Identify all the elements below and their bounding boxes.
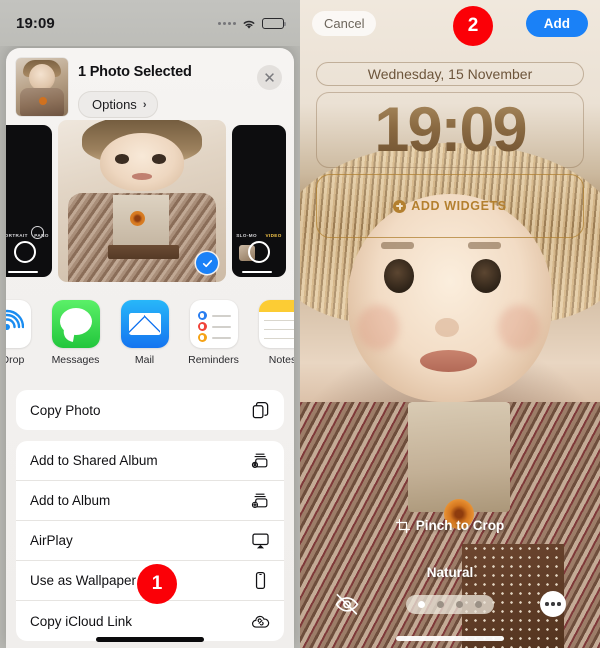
- share-target-label: Messages: [51, 354, 100, 366]
- share-target-label: Notes: [268, 354, 294, 366]
- plus-circle-icon: [393, 199, 407, 213]
- page-dot[interactable]: [437, 600, 444, 608]
- share-target-airdrop[interactable]: AirDrop: [6, 300, 41, 366]
- iphone-icon: [250, 571, 270, 591]
- action-group: Add to Shared Album Add to Album AirPlay: [16, 441, 284, 641]
- action-copy-photo[interactable]: Copy Photo: [16, 390, 284, 430]
- options-button-label: Options: [92, 97, 137, 112]
- share-target-label: Reminders: [188, 354, 239, 366]
- pinch-to-crop-label: Pinch to Crop: [415, 518, 505, 533]
- share-sheet-header-text: 1 Photo Selected Options ›: [78, 58, 247, 118]
- airdrop-icon: [6, 300, 31, 348]
- battery-icon: [262, 17, 286, 29]
- wifi-icon: [241, 17, 257, 29]
- share-target-label: AirDrop: [6, 354, 25, 366]
- action-label: Add to Shared Album: [30, 453, 158, 468]
- mail-icon: [120, 300, 169, 348]
- share-target-mail[interactable]: Mail: [110, 300, 179, 366]
- share-sheet-header: 1 Photo Selected Options › ✕: [6, 48, 294, 118]
- shared-album-icon: [250, 451, 270, 471]
- depth-effect-off-icon[interactable]: [334, 591, 360, 617]
- add-widgets-button[interactable]: ADD WIDGETS: [316, 174, 584, 238]
- page-dot[interactable]: [456, 600, 463, 608]
- add-button[interactable]: Add: [525, 9, 588, 37]
- ellipsis-icon[interactable]: [540, 591, 566, 617]
- photo-strip: PORTRAITPANO: [6, 120, 294, 282]
- list-item[interactable]: SLO-MO VIDEO: [232, 125, 286, 277]
- chevron-right-icon: ›: [142, 98, 147, 111]
- airplay-icon: [250, 531, 270, 551]
- camera-shutter-icon: [248, 241, 270, 263]
- camera-mode-right: VIDEO: [265, 233, 282, 238]
- clock-time: 19:09: [374, 94, 527, 165]
- notes-icon: [258, 300, 294, 348]
- status-bar: 19:09: [0, 0, 300, 46]
- list-item[interactable]: PORTRAITPANO: [6, 125, 52, 277]
- status-bar-indicators: [218, 17, 286, 29]
- share-sheet-title: 1 Photo Selected: [78, 64, 192, 80]
- reminders-icon: [189, 300, 238, 348]
- step-badge-1: 1: [137, 564, 177, 604]
- share-target-reminders[interactable]: Reminders: [179, 300, 248, 366]
- page-dot[interactable]: [475, 600, 482, 608]
- action-airplay[interactable]: AirPlay: [16, 521, 284, 561]
- date-widget-label: Wednesday, 15 November: [367, 66, 533, 82]
- home-indicator: [396, 636, 504, 641]
- list-item[interactable]: [58, 120, 226, 282]
- copy-icon: [250, 400, 270, 420]
- action-label: Copy Photo: [30, 402, 101, 418]
- action-group: Copy Photo: [16, 390, 284, 430]
- wallpaper-page-dots[interactable]: [406, 594, 494, 614]
- page-dot[interactable]: [418, 600, 425, 608]
- share-action-list: Copy Photo Add to Shared Album Add to Al…: [16, 390, 284, 648]
- share-target-messages[interactable]: Messages: [41, 300, 110, 366]
- status-bar-time: 19:09: [16, 14, 55, 32]
- action-label: Copy iCloud Link: [30, 613, 133, 629]
- options-button[interactable]: Options ›: [78, 91, 159, 118]
- pinch-to-crop-hint: Pinch to Crop: [300, 518, 600, 533]
- crop-icon: [395, 518, 410, 533]
- camera-flip-icon: [31, 226, 44, 239]
- camera-shutter-icon: [14, 241, 36, 263]
- action-add-to-shared-album[interactable]: Add to Shared Album: [16, 441, 284, 481]
- home-indicator: [96, 637, 204, 642]
- add-widgets-label: ADD WIDGETS: [411, 199, 507, 213]
- editor-bottom-bar: [300, 589, 600, 619]
- clock-widget[interactable]: 19:09: [316, 92, 584, 168]
- add-album-icon: [250, 491, 270, 511]
- share-sheet-card: 1 Photo Selected Options › ✕ PORTRAITPAN…: [6, 48, 294, 648]
- action-label: Use as Wallpaper: [30, 573, 137, 588]
- action-add-to-album[interactable]: Add to Album: [16, 481, 284, 521]
- cancel-button[interactable]: Cancel: [312, 10, 377, 36]
- share-app-row: AirDrop Messages Mail Reminder: [6, 294, 294, 380]
- date-widget[interactable]: Wednesday, 15 November: [316, 62, 584, 86]
- lock-screen-editor-panel: Cancel Add Wednesday, 15 November 19:09 …: [300, 0, 600, 648]
- action-copy-icloud-link[interactable]: Copy iCloud Link: [16, 601, 284, 641]
- step-badge-2: 2: [453, 6, 493, 46]
- camera-mode-left: SLO-MO: [236, 233, 257, 238]
- wallpaper-style-name: Natural: [426, 565, 474, 580]
- icloud-link-icon: [250, 611, 270, 631]
- checkmark-icon: [196, 252, 218, 274]
- share-sheet-panel: 19:09 1 Photo Selected Options › ✕ ORTRA…: [0, 0, 300, 648]
- screenshot-root: 19:09 1 Photo Selected Options › ✕ ORTRA…: [0, 0, 600, 648]
- messages-icon: [51, 300, 100, 348]
- signal-dots-icon: [218, 21, 236, 25]
- camera-mode-left: PORTRAIT: [6, 233, 28, 238]
- action-label: AirPlay: [30, 533, 73, 548]
- close-icon[interactable]: ✕: [257, 65, 282, 90]
- editor-topbar: Cancel Add: [300, 0, 600, 46]
- share-target-label: Mail: [134, 354, 155, 366]
- share-target-notes[interactable]: Notes: [248, 300, 294, 366]
- action-label: Add to Album: [30, 493, 111, 508]
- selected-photo-thumbnail[interactable]: [16, 58, 68, 116]
